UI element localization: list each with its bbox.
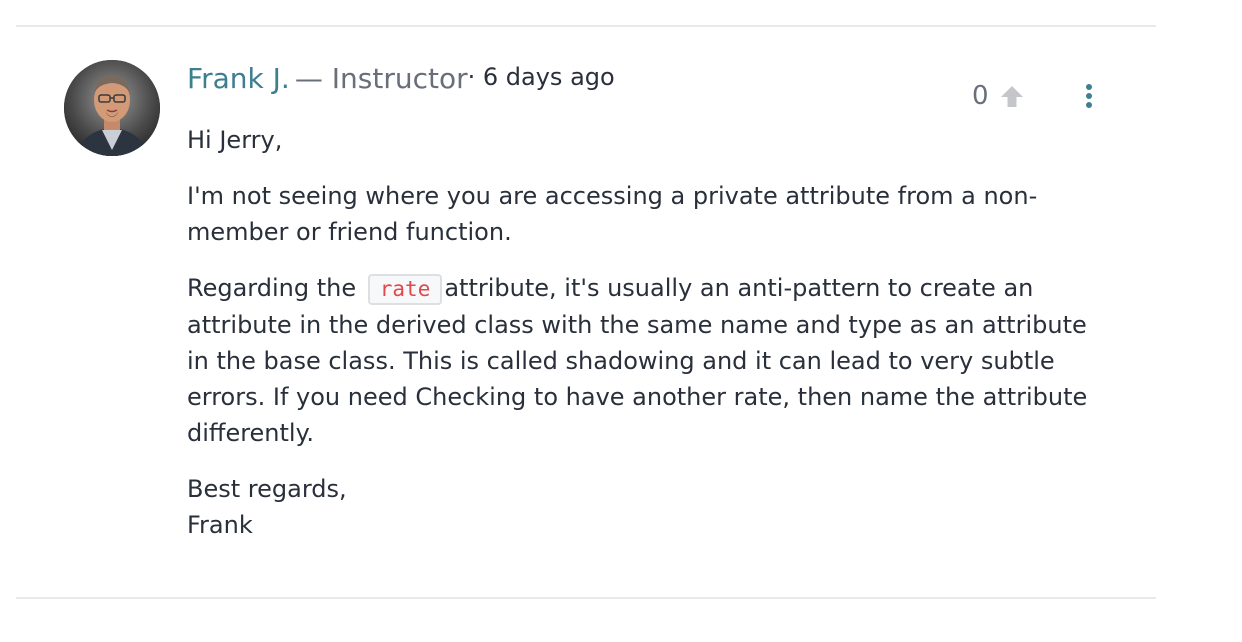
inline-code: rate (367, 274, 443, 305)
comment-paragraph: Regarding the rate attribute, it's usuall… (187, 270, 1102, 451)
avatar-photo (64, 60, 160, 156)
signature-text: Frank (187, 511, 253, 539)
comment-signoff: Best regards, Frank (187, 471, 1102, 543)
comment-header: Frank J. — Instructor· 6 days ago (187, 62, 615, 95)
paragraph-text: Regarding the (187, 274, 357, 302)
comment-paragraph: I'm not seeing where you are accessing a… (187, 182, 1038, 246)
role-separator: — (294, 62, 323, 95)
timestamp-text: 6 days ago (482, 63, 615, 91)
author-name-link[interactable]: Frank J. (187, 62, 290, 95)
comment-body: Hi Jerry, I'm not seeing where you are a… (187, 122, 1102, 563)
author-role: — Instructor (295, 62, 468, 95)
comment-actions: 0 (972, 78, 1095, 114)
comment-greeting: Hi Jerry, (187, 126, 283, 154)
more-vertical-icon (1085, 84, 1092, 108)
bottom-divider (16, 597, 1156, 599)
timestamp-dot: · (467, 63, 476, 91)
upvote-count: 0 (972, 81, 989, 111)
arrow-up-icon (1000, 86, 1023, 107)
upvote-button[interactable] (997, 81, 1027, 111)
role-label: Instructor (331, 62, 468, 95)
timestamp: · 6 days ago (468, 63, 615, 91)
top-divider (16, 25, 1156, 27)
closing-text: Best regards, (187, 475, 347, 503)
avatar[interactable] (64, 60, 160, 156)
more-options-button[interactable] (1083, 81, 1095, 111)
